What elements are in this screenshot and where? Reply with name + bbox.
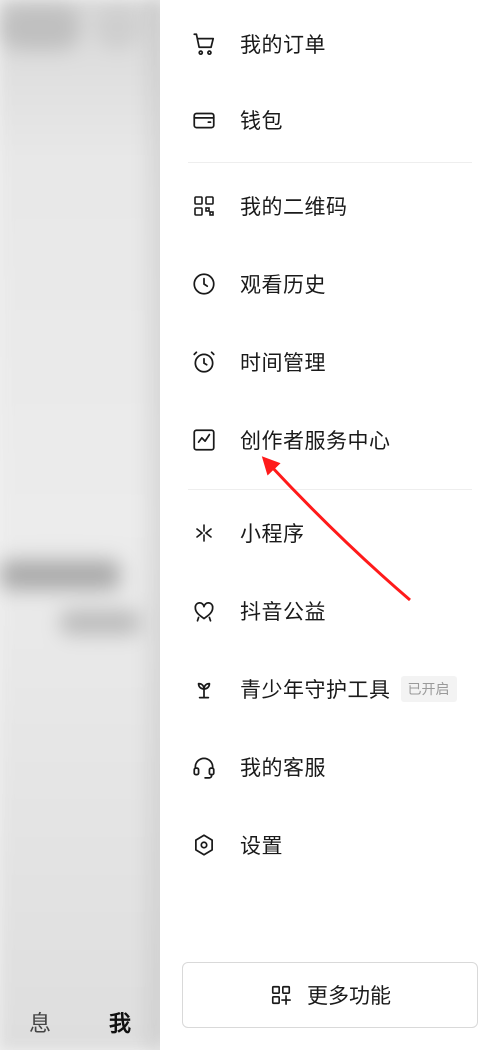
sprout-icon (190, 675, 218, 703)
cart-icon (190, 30, 218, 58)
menu-item-label: 小程序 (240, 518, 305, 548)
menu-item-history[interactable]: 观看历史 (160, 245, 500, 323)
chart-icon (190, 426, 218, 454)
divider (188, 162, 472, 163)
menu-item-label: 钱包 (240, 105, 283, 135)
menu-item-miniprog[interactable]: 小程序 (160, 494, 500, 572)
sparkle-icon (190, 519, 218, 547)
menu-item-label: 抖音公益 (240, 596, 326, 626)
menu-item-charity[interactable]: 抖音公益 (160, 572, 500, 650)
more-functions-label: 更多功能 (307, 980, 391, 1010)
alarm-icon (190, 348, 218, 376)
menu-item-label: 我的二维码 (240, 191, 348, 221)
bottom-nav-partial: 息 我 (0, 1006, 160, 1038)
menu-item-settings[interactable]: 设置 (160, 806, 500, 884)
menu-item-support[interactable]: 我的客服 (160, 728, 500, 806)
clock-icon (190, 270, 218, 298)
menu-list: 我的订单 钱包 我的二维码 观看历史 时间管理 (160, 0, 500, 962)
menu-item-label: 观看历史 (240, 269, 326, 299)
menu-item-wallet[interactable]: 钱包 (160, 82, 500, 158)
menu-item-label: 创作者服务中心 (240, 425, 391, 455)
more-functions-button[interactable]: 更多功能 (182, 962, 478, 1028)
qrcode-icon (190, 192, 218, 220)
apps-icon (269, 983, 293, 1007)
heart-hands-icon (190, 597, 218, 625)
menu-item-orders[interactable]: 我的订单 (160, 6, 500, 82)
wallet-icon (190, 106, 218, 134)
menu-item-label: 我的客服 (240, 752, 326, 782)
hex-gear-icon (190, 831, 218, 859)
menu-footer: 更多功能 (160, 962, 500, 1050)
divider (188, 489, 472, 490)
status-badge: 已开启 (401, 676, 457, 702)
menu-item-timemgmt[interactable]: 时间管理 (160, 323, 500, 401)
headset-icon (190, 753, 218, 781)
menu-item-teen[interactable]: 青少年守护工具 已开启 (160, 650, 500, 728)
blurred-backdrop (0, 0, 160, 1050)
side-menu-panel: 我的订单 钱包 我的二维码 观看历史 时间管理 (160, 0, 500, 1050)
menu-item-creator[interactable]: 创作者服务中心 (160, 401, 500, 479)
menu-item-qrcode[interactable]: 我的二维码 (160, 167, 500, 245)
tab-messages[interactable]: 息 (29, 1006, 51, 1038)
menu-item-label: 设置 (240, 830, 283, 860)
menu-item-label: 我的订单 (240, 29, 326, 59)
tab-me[interactable]: 我 (109, 1006, 131, 1038)
menu-item-label: 时间管理 (240, 347, 326, 377)
menu-item-label: 青少年守护工具 (240, 674, 391, 704)
